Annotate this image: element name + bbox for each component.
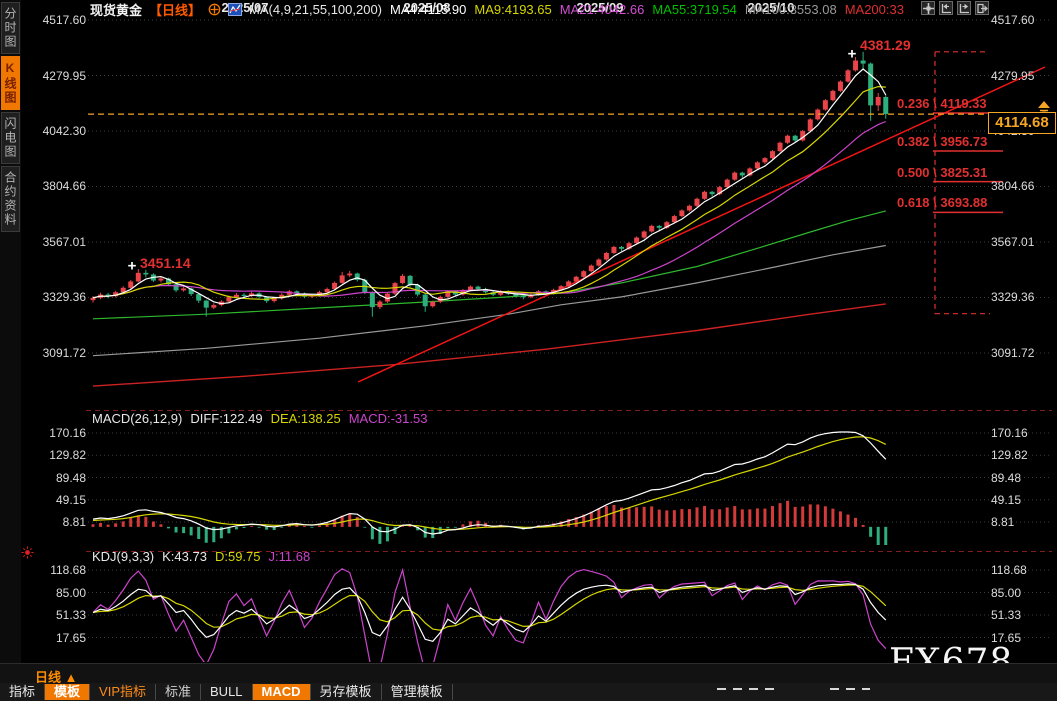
sidebar-item-lightning-chart[interactable]: 闪电图	[1, 112, 20, 164]
target-icon[interactable]	[208, 3, 221, 16]
scroll-tick-marks	[830, 688, 870, 690]
move-icon[interactable]	[921, 1, 935, 15]
indicator-settings-icon[interactable]	[21, 546, 34, 564]
bottom-toolbar: 指标 模板 VIP指标 标准 BULL MACD 另存模板 管理模板	[0, 683, 1057, 701]
mini-chart-icon[interactable]	[228, 3, 243, 16]
ma-readout: MA4:4115.90	[390, 1, 467, 17]
tab-indicator[interactable]: 指标	[0, 684, 46, 700]
scroll-tick-marks	[717, 688, 779, 690]
compress-right-icon[interactable]	[957, 1, 971, 15]
ma-readouts: MA(4,9,21,55,100,200) MA4:4115.90 MA9:4193…	[249, 1, 912, 19]
ma-readout: MA21:4042.66	[559, 1, 645, 17]
ma-readout: MA200:33	[844, 1, 904, 17]
ma-readout: MA(4,9,21,55,100,200)	[249, 1, 383, 17]
chart-canvas[interactable]	[0, 0, 1057, 701]
tab-macd[interactable]: MACD	[252, 684, 311, 700]
expand-panel-icon[interactable]	[975, 1, 989, 15]
period-tag[interactable]: 【日线】	[149, 0, 201, 19]
scroll-to-latest-icon[interactable]	[1037, 100, 1051, 118]
sidebar: 分时图 K线图 闪电图 合约资料	[0, 0, 21, 663]
tab-vip-indicator[interactable]: VIP指标	[90, 684, 156, 700]
ma-readout: MA100:3553.08	[744, 1, 837, 17]
sidebar-item-kline-chart[interactable]: K线图	[1, 56, 20, 110]
window-controls	[921, 1, 989, 15]
tab-bull[interactable]: BULL	[201, 684, 253, 700]
tab-save-template[interactable]: 另存模板	[311, 684, 382, 700]
ma-readout: MA9:4193.65	[474, 1, 552, 17]
topbar: 现货黄金 【日线】 MA(4,9,21,55,100,200) MA4:4115.…	[0, 0, 1057, 19]
ma-readout: MA55:3719.54	[652, 1, 737, 17]
symbol-name[interactable]: 现货黄金	[90, 0, 142, 19]
tab-manage-template[interactable]: 管理模板	[382, 684, 453, 700]
sidebar-item-contract-info[interactable]: 合约资料	[1, 166, 20, 232]
compress-left-icon[interactable]	[939, 1, 953, 15]
x-axis-band: 日线 ▲	[0, 663, 1057, 685]
tab-standard[interactable]: 标准	[156, 684, 202, 700]
tab-template[interactable]: 模板	[45, 684, 91, 700]
